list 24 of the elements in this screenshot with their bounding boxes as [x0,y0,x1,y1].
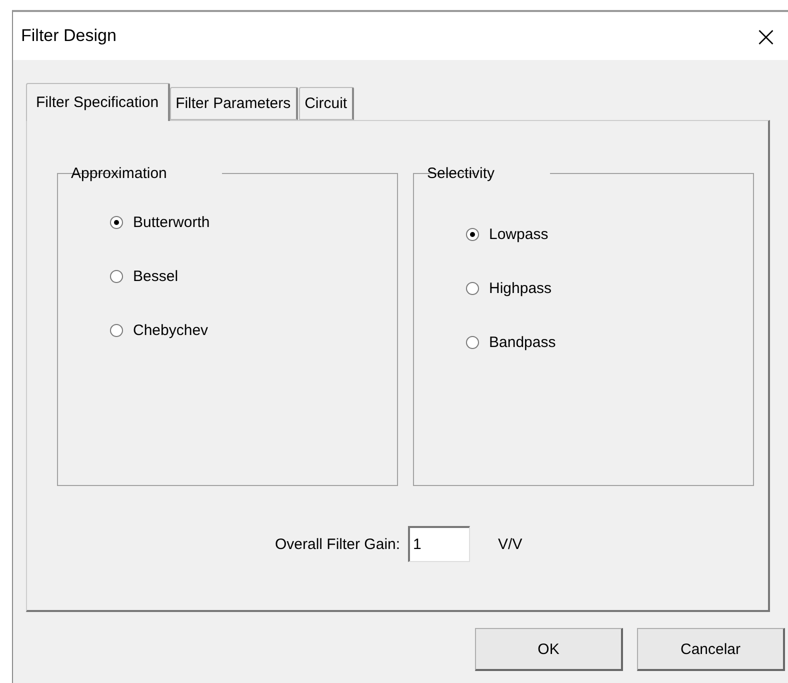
radio-button[interactable] [110,216,123,229]
radio-label: Bessel [133,268,178,285]
radio-button[interactable] [110,270,123,283]
radio-label: Highpass [489,280,552,297]
radio-button[interactable] [466,282,479,295]
tab[interactable]: Filter Parameters [170,87,298,120]
group-title: Selectivity [426,165,496,182]
radio-button[interactable] [110,324,123,337]
radio-label: Butterworth [133,214,210,231]
radio-label: Bandpass [489,334,556,351]
radio-button[interactable] [466,228,479,241]
radio-label: Chebychev [133,322,208,339]
gain-label: Overall Filter Gain: [275,536,400,552]
radio-label: Lowpass [489,226,548,243]
tab[interactable]: Circuit [298,87,354,120]
gain-input[interactable]: 1 [408,526,470,562]
group-title: Approximation [70,165,168,182]
unit-label: V/V [498,536,522,552]
close-button[interactable]: × [744,14,788,58]
cancel-button[interactable]: Cancelar [637,628,785,671]
tab[interactable]: Filter Specification [26,83,170,121]
window-title: Filter Design [21,26,116,46]
radio-button[interactable] [466,336,479,349]
ok-button[interactable]: OK [475,628,623,671]
